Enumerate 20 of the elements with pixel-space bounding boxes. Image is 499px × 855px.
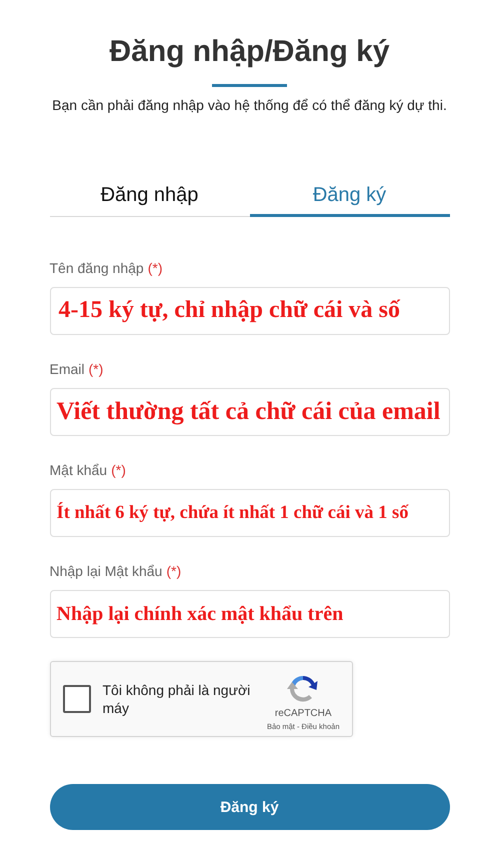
field-label: Mật khẩu (50, 461, 108, 479)
input-field[interactable]: 4-15 ký tự, chỉ nhập chữ cái và số (50, 287, 450, 335)
checkbox-label: Tôi không phải là người máy (102, 681, 252, 717)
required-mark: (*) (166, 562, 182, 580)
field-label: Nhập lại Mật khẩu (50, 562, 162, 580)
tab[interactable]: Đăng nhập (50, 175, 250, 217)
subtitle-text: Bạn cần phải đăng nhập vào hệ thống để có thể đăng ký dự thi. (52, 96, 447, 114)
tab[interactable]: Đăng ký (250, 175, 450, 217)
brand-text: reCAPTCHA (274, 708, 332, 719)
required-mark: (*) (111, 461, 126, 479)
required-mark: (*) (88, 360, 104, 378)
page-title: Đăng nhập/Đăng ký (109, 34, 390, 70)
input-field[interactable]: Viết thường tất cả chữ cái của email (50, 388, 450, 436)
field-label: Tên đăng nhập (50, 259, 144, 277)
field-label: Email (50, 360, 85, 378)
required-mark: (*) (148, 259, 162, 277)
checkbox[interactable] (62, 685, 90, 713)
input-field[interactable]: Nhập lại chính xác mật khẩu trên (50, 590, 450, 638)
register-button[interactable]: Đăng ký (50, 784, 450, 830)
input-field[interactable]: Ít nhất 6 ký tự, chứa ít nhất 1 chữ cái và 1 số (50, 489, 450, 537)
